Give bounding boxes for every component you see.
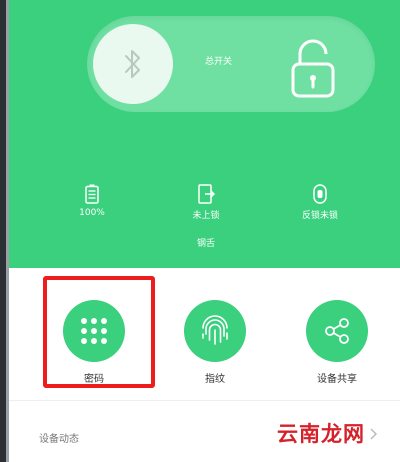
battery-value: 100% [79, 208, 105, 218]
deadbolt-icon [313, 184, 327, 204]
device-share-circle[interactable] [306, 300, 368, 362]
lock-status-panel: 总开关 100% 未上锁 反锁未锁 钢舌 [9, 0, 400, 268]
fingerprint-label: 指纹 [205, 374, 225, 385]
fingerprint-button[interactable]: 指纹 [165, 300, 265, 385]
bolt-label: 钢舌 [196, 239, 215, 249]
battery-status: 100% [57, 184, 127, 218]
chevron-right-icon[interactable] [369, 428, 377, 440]
device-share-button[interactable]: 设备共享 [287, 300, 387, 385]
lock-state-value: 未上锁 [192, 211, 220, 221]
highlight-box [43, 276, 155, 388]
bluetooth-knob[interactable] [93, 24, 173, 104]
share-icon [325, 318, 349, 344]
phone-screen: 总开关 100% 未上锁 反锁未锁 钢舌 密码 指纹 设备共享 设备动态 云南龙… [6, 0, 400, 462]
door-lock-status: 未上锁 [171, 184, 241, 221]
bluetooth-icon [125, 50, 140, 78]
switch-label: 总开关 [205, 57, 233, 67]
fingerprint-circle[interactable] [184, 300, 246, 362]
door-icon [198, 184, 215, 204]
anti-lock-value: 反锁未锁 [301, 211, 338, 221]
padlock-icon [291, 39, 335, 98]
divider [9, 400, 400, 401]
fingerprint-icon [202, 315, 228, 345]
anti-lock-status: 反锁未锁 [285, 184, 355, 221]
watermark: 云南龙网 [277, 422, 365, 446]
battery-icon [85, 184, 99, 204]
device-activity-title[interactable]: 设备动态 [39, 430, 79, 445]
bluetooth-unlock-switch[interactable]: 总开关 [87, 16, 375, 112]
status-row: 100% 未上锁 反锁未锁 [9, 184, 400, 224]
device-share-label: 设备共享 [317, 374, 357, 385]
